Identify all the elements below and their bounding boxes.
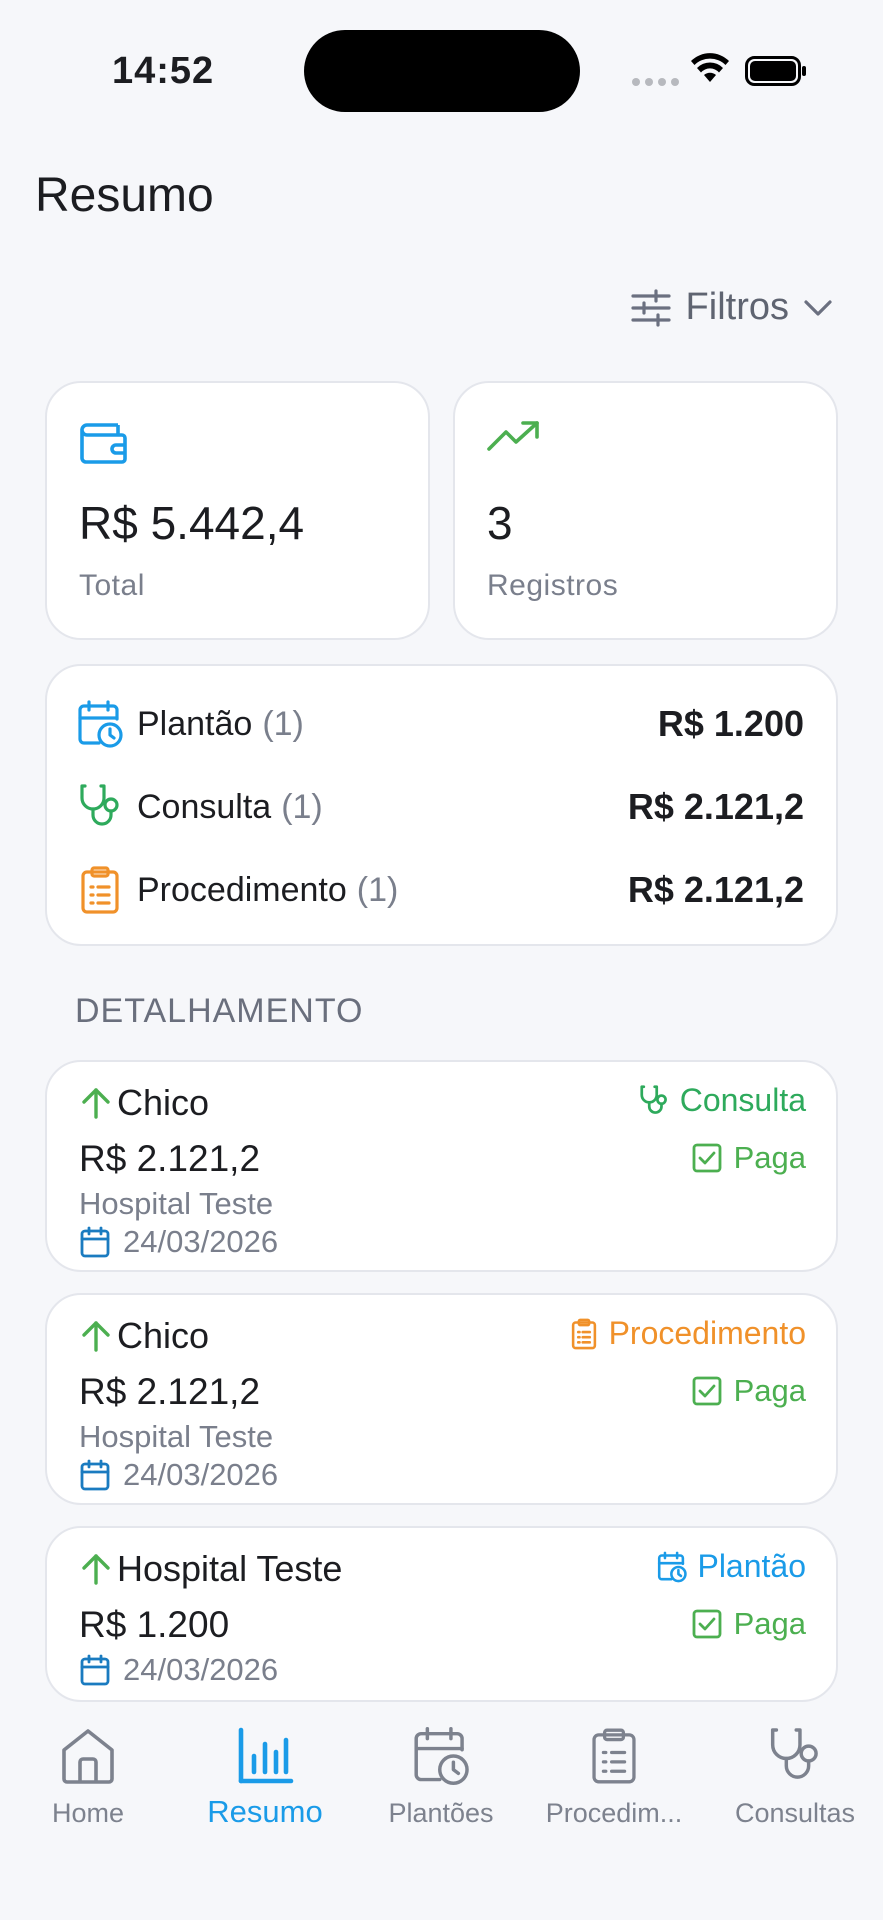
tab-label: Resumo xyxy=(207,1794,323,1829)
entry-card[interactable]: Chico Procedimento R$ 2.121,2 Paga Hospi… xyxy=(45,1293,838,1505)
calendar-clock-icon xyxy=(414,1726,469,1786)
clipboard-icon xyxy=(592,1728,636,1784)
category-breakdown-card: Plantão (1) R$ 1.200 Consulta (1) R$ 2.1… xyxy=(45,664,838,946)
entry-place: Hospital Teste xyxy=(79,1186,274,1221)
status-badge: Paga xyxy=(692,1373,806,1409)
entry-name: Hospital Teste xyxy=(117,1548,343,1589)
entry-name: Chico xyxy=(117,1315,210,1356)
status-bar: 14:52 xyxy=(0,0,883,150)
bar-chart-icon xyxy=(238,1727,294,1784)
breakdown-amount: R$ 2.121,2 xyxy=(627,869,804,910)
entry-amount: R$ 1.200 xyxy=(79,1604,230,1645)
calendar-icon xyxy=(80,1654,110,1686)
arrow-up-icon xyxy=(82,1088,110,1119)
tab-label: Plantões xyxy=(388,1798,494,1828)
arrow-up-icon xyxy=(82,1321,110,1352)
tab-procedimentos[interactable]: Procedim... xyxy=(529,1722,699,1829)
breakdown-count: (1) xyxy=(262,704,304,743)
status-label: Paga xyxy=(733,1606,806,1641)
stethoscope-icon xyxy=(77,782,123,832)
entry-date: 24/03/2026 xyxy=(79,1457,278,1493)
check-square-icon xyxy=(692,1609,721,1639)
section-title: DETALHAMENTO xyxy=(75,992,364,1030)
clipboard-icon xyxy=(77,865,123,915)
entry-card[interactable]: Hospital Teste Plantão R$ 1.200 Paga 24/… xyxy=(45,1526,838,1702)
breakdown-row-procedimento: Procedimento (1) R$ 2.121,2 xyxy=(77,862,804,918)
tab-bar: Home Resumo Plantões Procedim... Consult… xyxy=(0,1702,883,1920)
breakdown-count: (1) xyxy=(356,870,399,909)
tab-resumo[interactable]: Resumo xyxy=(180,1722,350,1830)
sliders-icon xyxy=(630,288,671,327)
tab-label: Consultas xyxy=(734,1798,856,1828)
tab-plantoes[interactable]: Plantões xyxy=(356,1722,526,1829)
dynamic-island xyxy=(304,30,580,112)
entry-type-label: Procedimento xyxy=(608,1315,806,1351)
breakdown-row-plantao: Plantão (1) R$ 1.200 xyxy=(77,696,804,752)
breakdown-amount: R$ 1.200 xyxy=(657,703,804,744)
status-label: Paga xyxy=(733,1373,806,1408)
arrow-up-icon xyxy=(82,1554,110,1585)
records-card: 3 Registros xyxy=(453,381,838,640)
entry-amount: R$ 2.121,2 xyxy=(79,1138,261,1179)
breakdown-name: Consulta xyxy=(137,787,272,826)
chevron-down-icon xyxy=(804,299,832,316)
status-badge: Paga xyxy=(692,1606,806,1642)
entry-date: 24/03/2026 xyxy=(79,1652,278,1688)
home-icon xyxy=(62,1729,114,1784)
total-card: R$ 5.442,4 Total xyxy=(45,381,430,640)
calendar-icon xyxy=(80,1459,110,1491)
entry-date: 24/03/2026 xyxy=(79,1224,278,1260)
breakdown-name: Plantão xyxy=(137,704,253,743)
tab-consultas[interactable]: Consultas xyxy=(710,1722,880,1829)
filters-label: Filtros xyxy=(685,286,789,328)
status-time: 14:52 xyxy=(112,50,215,92)
entry-date-label: 24/03/2026 xyxy=(123,1224,279,1259)
stethoscope-icon xyxy=(770,1728,818,1779)
tab-label: Procedim... xyxy=(545,1798,683,1828)
page-title: Resumo xyxy=(35,169,214,222)
status-badge: Paga xyxy=(692,1140,806,1176)
filters-button[interactable]: Filtros xyxy=(630,286,833,329)
breakdown-row-consulta: Consulta (1) R$ 2.121,2 xyxy=(77,779,804,835)
records-value: 3 xyxy=(487,497,513,549)
entry-amount: R$ 2.121,2 xyxy=(79,1371,261,1412)
total-label: Total xyxy=(79,569,145,602)
breakdown-count: (1) xyxy=(281,787,323,826)
cellular-signal-icon xyxy=(632,78,679,86)
trending-up-icon xyxy=(487,421,539,451)
status-label: Paga xyxy=(733,1140,806,1175)
calendar-clock-icon xyxy=(77,699,123,749)
total-value: R$ 5.442,4 xyxy=(79,497,305,549)
entry-type-label: Plantão xyxy=(697,1548,806,1584)
entry-date-label: 24/03/2026 xyxy=(123,1652,279,1687)
breakdown-amount: R$ 2.121,2 xyxy=(627,786,804,827)
battery-icon xyxy=(745,56,806,86)
wallet-icon xyxy=(80,423,127,464)
entry-date-label: 24/03/2026 xyxy=(123,1457,279,1492)
entry-type-label: Consulta xyxy=(679,1082,806,1118)
check-square-icon xyxy=(692,1376,721,1406)
records-label: Registros xyxy=(487,569,619,602)
stethoscope-icon xyxy=(640,1084,667,1114)
clipboard-icon xyxy=(571,1318,596,1349)
entry-card[interactable]: Chico Consulta R$ 2.121,2 Paga Hospital … xyxy=(45,1060,838,1272)
entry-place: Hospital Teste xyxy=(79,1419,274,1454)
check-square-icon xyxy=(692,1143,721,1173)
entry-name: Chico xyxy=(117,1082,210,1123)
tab-label: Home xyxy=(51,1798,125,1828)
tab-home[interactable]: Home xyxy=(3,1722,173,1829)
calendar-icon xyxy=(80,1226,110,1258)
calendar-clock-icon xyxy=(658,1551,688,1582)
wifi-icon xyxy=(691,53,729,82)
breakdown-name: Procedimento xyxy=(137,870,347,909)
